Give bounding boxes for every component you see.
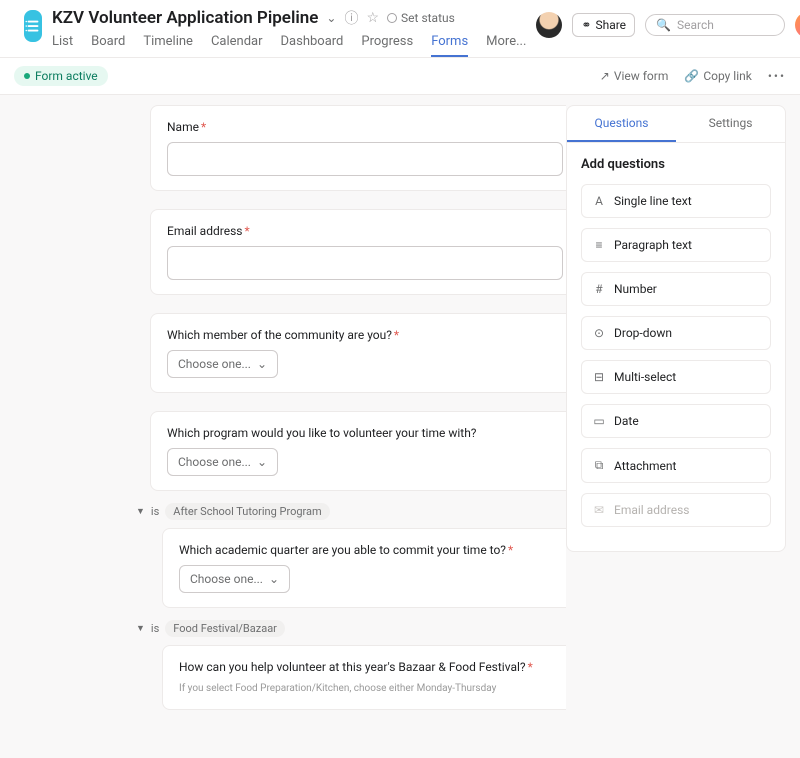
field-card[interactable]: Email address* [150,209,566,295]
field-label: Which academic quarter are you able to c… [179,543,506,557]
status-label: Set status [401,11,455,25]
qtype-dropdown[interactable]: ⊙ Drop-down [581,316,771,350]
tab-progress[interactable]: Progress [361,34,413,57]
copy-link-label: Copy link [703,69,752,83]
field-card[interactable]: Name* [150,105,566,191]
side-tab-questions[interactable]: Questions [567,106,676,142]
multiselect-icon: ⊟ [592,370,606,384]
text-input[interactable] [167,246,563,280]
chevron-down-icon: ⌄ [257,455,267,469]
qtype-label: Date [614,414,639,428]
select-dropdown[interactable]: Choose one... ⌄ [179,565,290,593]
chevron-down-icon: ⌄ [269,572,279,586]
more-actions-button[interactable]: ••• [768,69,786,83]
attachment-icon: ⧉ [592,458,606,473]
select-dropdown[interactable]: Choose one... ⌄ [167,448,278,476]
qtype-paragraph[interactable]: ≡ Paragraph text [581,228,771,262]
date-icon: ▭ [592,414,606,428]
active-dot-icon [24,73,30,79]
select-placeholder: Choose one... [190,572,263,586]
text-input[interactable] [167,142,563,176]
search-icon: 🔍 [656,18,671,32]
field-label: Which program would you like to voluntee… [167,426,476,440]
field-helper: If you select Food Preparation/Kitchen, … [179,682,566,695]
select-placeholder: Choose one... [178,357,251,371]
text-icon: A [592,194,606,208]
qtype-attachment[interactable]: ⧉ Attachment [581,448,771,483]
chevron-down-icon[interactable]: ⌄ [326,11,336,25]
select-dropdown[interactable]: Choose one... ⌄ [167,350,278,378]
questions-panel: Questions Settings Add questions A Single… [566,105,786,552]
member-avatar[interactable] [536,12,562,38]
share-label: Share [595,18,626,32]
branch-condition[interactable]: ▼ is After School Tutoring Program [136,503,536,520]
project-icon [24,10,42,42]
field-label: Which member of the community are you? [167,328,392,342]
qtype-label: Multi-select [614,370,676,384]
paragraph-icon: ≡ [592,238,606,252]
collapse-icon[interactable]: ▼ [136,506,145,517]
qtype-single-line[interactable]: A Single line text [581,184,771,218]
people-icon: ⚭ [581,18,591,32]
number-icon: # [592,282,606,296]
qtype-date[interactable]: ▭ Date [581,404,771,438]
branch-condition[interactable]: ▼ is Food Festival/Bazaar [136,620,536,637]
field-card[interactable]: How can you help volunteer at this year'… [162,645,566,710]
search-input[interactable]: 🔍 Search [645,14,785,36]
project-tabs: List Board Timeline Calendar Dashboard P… [52,34,526,57]
qtype-label: Drop-down [614,326,672,340]
required-icon: * [201,120,206,134]
field-card[interactable]: Which academic quarter are you able to c… [162,528,566,608]
view-form-label: View form [614,69,669,83]
tab-forms[interactable]: Forms [431,34,468,57]
tab-more[interactable]: More... [486,34,526,57]
page-title: KZV Volunteer Application Pipeline [52,8,318,28]
tab-list[interactable]: List [52,34,73,57]
tab-dashboard[interactable]: Dashboard [281,34,344,57]
tab-board[interactable]: Board [91,34,125,57]
set-status-button[interactable]: Set status [387,11,455,25]
qtype-number[interactable]: # Number [581,272,771,306]
select-placeholder: Choose one... [178,455,251,469]
qtype-email: ✉ Email address [581,493,771,527]
required-icon: * [528,660,533,674]
qtype-label: Attachment [614,459,676,473]
global-add-button[interactable]: + [795,12,800,38]
required-icon: * [508,543,513,557]
qtype-label: Email address [614,503,689,517]
branch-chip: Food Festival/Bazaar [165,620,285,637]
qtype-multiselect[interactable]: ⊟ Multi-select [581,360,771,394]
field-card[interactable]: Which program would you like to voluntee… [150,411,566,491]
required-icon: * [394,328,399,342]
collapse-icon[interactable]: ▼ [136,623,145,634]
form-active-label: Form active [35,69,98,83]
add-questions-heading: Add questions [581,157,771,172]
qtype-label: Number [614,282,657,296]
link-icon: 🔗 [684,69,699,83]
star-icon[interactable]: ☆ [366,10,379,26]
share-button[interactable]: ⚭ Share [572,13,635,37]
side-tab-settings[interactable]: Settings [676,106,785,142]
tab-timeline[interactable]: Timeline [143,34,193,57]
dropdown-icon: ⊙ [592,326,606,340]
field-label: How can you help volunteer at this year'… [179,660,526,674]
required-icon: * [244,224,249,238]
tab-calendar[interactable]: Calendar [211,34,263,57]
copy-link-button[interactable]: 🔗 Copy link [684,69,751,83]
search-placeholder: Search [677,18,714,32]
branch-prefix: is [151,505,159,518]
branch-prefix: is [151,622,159,635]
field-label: Name [167,120,199,134]
email-icon: ✉ [592,503,606,517]
info-icon[interactable]: ⓘ [344,8,358,28]
field-card[interactable]: Which member of the community are you?* … [150,313,566,393]
external-icon: ↗ [600,69,610,83]
field-label: Email address [167,224,242,238]
qtype-label: Paragraph text [614,238,692,252]
qtype-label: Single line text [614,194,692,208]
view-form-button[interactable]: ↗ View form [600,69,669,83]
branch-chip: After School Tutoring Program [165,503,329,520]
form-active-pill[interactable]: Form active [14,66,108,86]
chevron-down-icon: ⌄ [257,357,267,371]
